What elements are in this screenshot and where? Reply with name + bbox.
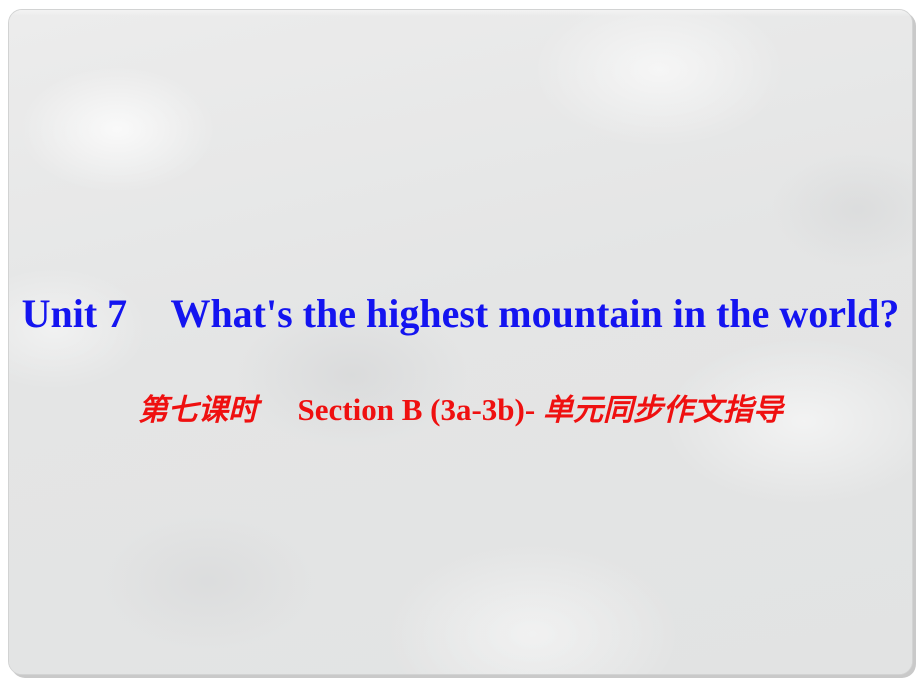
title-unit-label: Unit 7 — [21, 291, 128, 336]
slide-title: Unit 7 What's the highest mountain in th… — [9, 290, 912, 338]
presentation-slide: Unit 7 What's the highest mountain in th… — [0, 0, 920, 690]
slide-card: Unit 7 What's the highest mountain in th… — [8, 9, 913, 675]
subtitle-section-label: Section B (3a-3b)- — [297, 392, 536, 427]
subtitle-period-label: 第七课时 — [138, 393, 259, 428]
slide-content: Unit 7 What's the highest mountain in th… — [9, 10, 912, 674]
subtitle-topic-label: 单元同步作文指导 — [542, 393, 783, 428]
slide-subtitle: 第七课时 Section B (3a-3b)- 单元同步作文指导 — [9, 390, 912, 431]
title-question-text: What's the highest mountain in the world… — [170, 291, 900, 336]
